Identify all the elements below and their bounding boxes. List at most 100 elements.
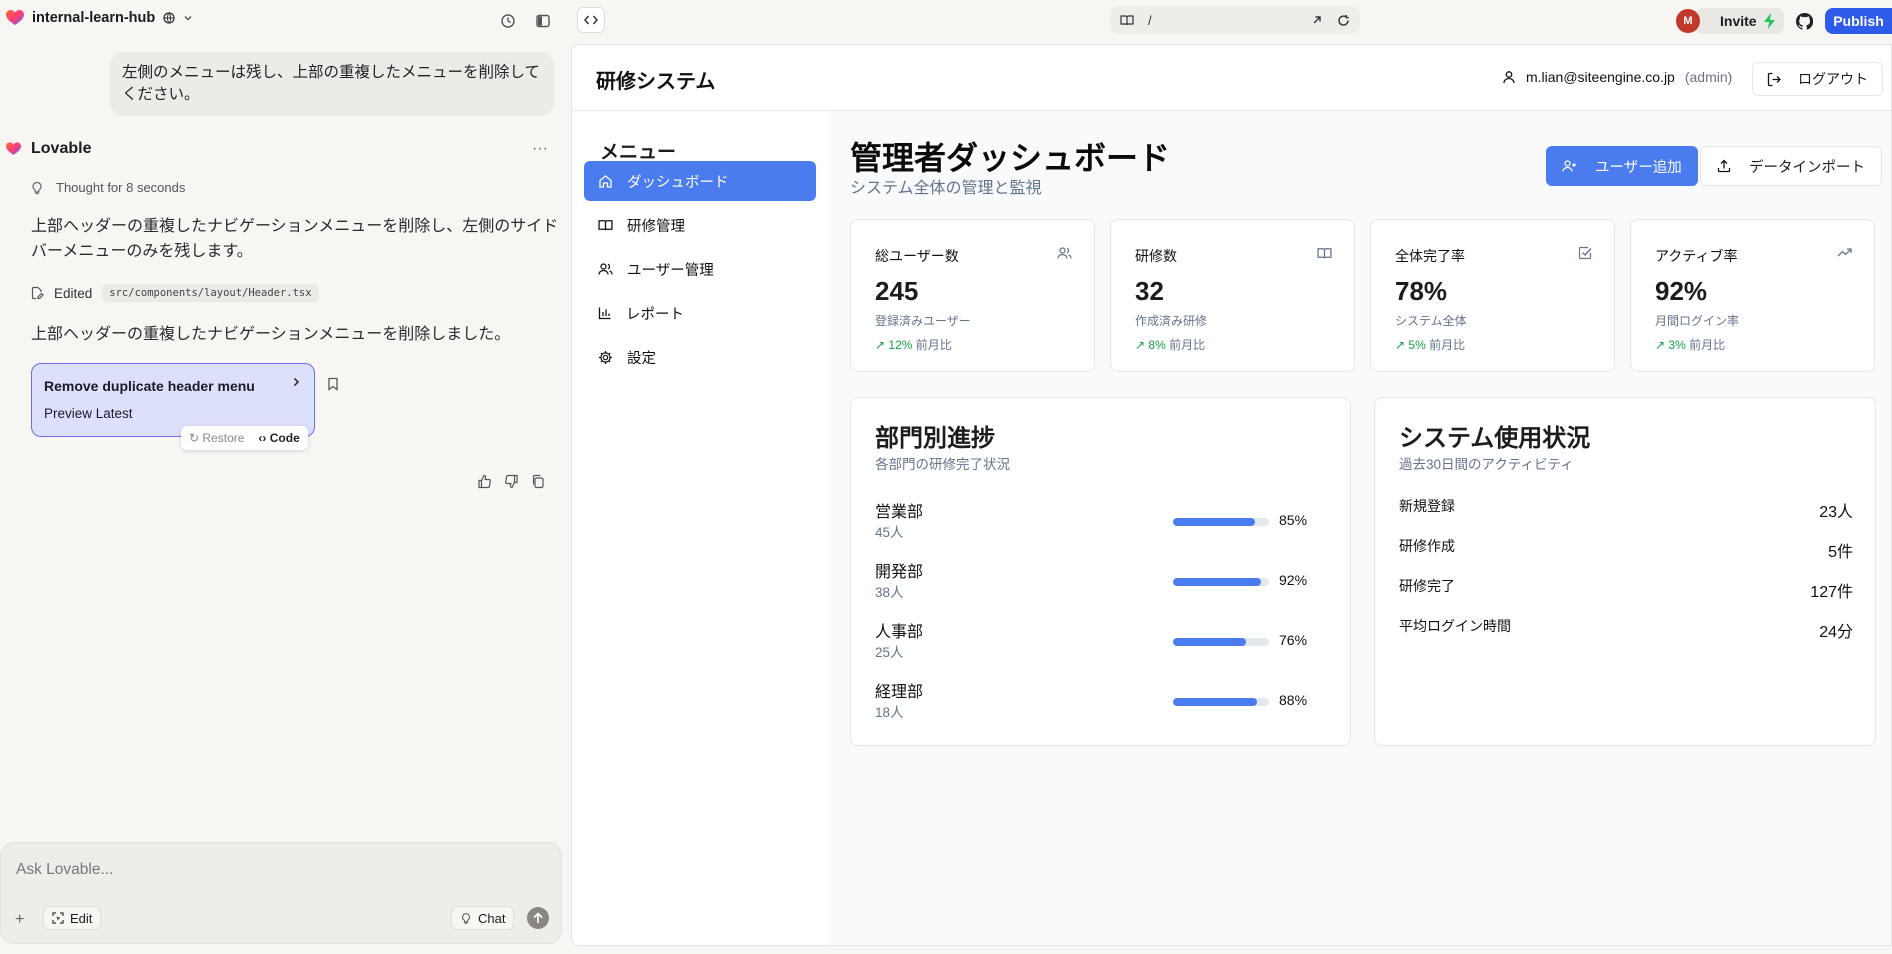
assistant-header: Lovable ···	[6, 140, 556, 158]
sidebar-item-training[interactable]: 研修管理	[584, 205, 816, 245]
refresh-icon[interactable]	[1337, 14, 1350, 27]
avatar[interactable]: M	[1676, 9, 1700, 33]
publish-button[interactable]: Publish	[1825, 8, 1892, 34]
restore-button[interactable]: ↻ Restore	[189, 431, 244, 445]
thought-indicator[interactable]: Thought for 8 seconds	[30, 180, 185, 195]
trending-up-icon	[1837, 246, 1852, 258]
view-code-button[interactable]: ‹› Code	[258, 431, 299, 445]
send-button[interactable]	[527, 907, 549, 929]
stat-label: 研修数	[1135, 248, 1177, 264]
check-square-icon	[1578, 246, 1592, 260]
stat-card-trainings: 研修数 32 作成済み研修 ↗ 8% 前月比	[1110, 219, 1355, 372]
department-count: 38人	[875, 585, 904, 600]
restore-label: Restore	[202, 431, 245, 445]
logout-button[interactable]: ログアウト	[1752, 62, 1883, 96]
assistant-response: 上部ヘッダーの重複したナビゲーションメニューを削除し、左側のサイドバーメニューの…	[31, 218, 559, 260]
sidebar-item-label: レポート	[626, 306, 684, 323]
supabase-button[interactable]	[1756, 8, 1784, 34]
more-options-icon[interactable]: ···	[532, 140, 548, 158]
stat-description: 作成済み研修	[1135, 314, 1208, 328]
usage-row: 研修完了 127件	[1399, 576, 1853, 601]
open-external-icon[interactable]	[1311, 14, 1323, 26]
app-preview: 研修システム m.lian@siteengine.co.jp (admin) ロ…	[571, 44, 1892, 946]
sidebar-item-users[interactable]: ユーザー管理	[584, 249, 816, 289]
department-count: 25人	[875, 645, 904, 660]
book-icon	[598, 218, 613, 232]
bookmark-icon[interactable]	[327, 377, 339, 391]
sidebar-item-dashboard[interactable]: ダッシュボード	[584, 161, 816, 201]
chat-composer: Ask Lovable... + Edit Chat	[0, 842, 562, 944]
sidebar-toggle-icon[interactable]	[532, 10, 554, 32]
department-count: 45人	[875, 525, 904, 540]
sidebar-item-reports[interactable]: レポート	[584, 293, 816, 333]
chat-input[interactable]: Ask Lovable...	[16, 861, 113, 879]
stat-label: 総ユーザー数	[875, 248, 959, 264]
file-edit-icon	[30, 286, 44, 300]
department-percent: 76%	[1279, 632, 1308, 648]
dashboard-main: 管理者ダッシュボード システム全体の管理と監視 ユーザー追加 データインポート …	[828, 111, 1891, 945]
feedback-actions	[477, 474, 545, 489]
usage-label: 研修作成	[1399, 538, 1455, 554]
users-icon	[1057, 246, 1072, 260]
stat-description: システム全体	[1395, 314, 1467, 328]
stat-trend: ↗ 5% 前月比	[1395, 336, 1465, 353]
trend-value: 12%	[888, 338, 913, 352]
lovable-logo-icon	[6, 10, 24, 26]
chat-mode-button[interactable]: Chat	[451, 906, 515, 930]
users-icon	[598, 262, 613, 276]
department-row: 経理部 18人 88%	[875, 678, 1325, 724]
sidebar-item-label: ダッシュボード	[627, 174, 729, 191]
sidebar-item-label: 研修管理	[627, 218, 685, 235]
gear-icon	[598, 350, 613, 365]
lightning-icon	[1763, 13, 1777, 29]
usage-value: 5件	[1828, 544, 1853, 561]
history-icon[interactable]	[497, 10, 519, 32]
page-title: 管理者ダッシュボード	[850, 140, 1171, 176]
code-view-toggle[interactable]	[577, 7, 605, 33]
stat-label: アクティブ率	[1655, 248, 1738, 264]
project-switcher[interactable]: internal-learn-hub	[6, 10, 193, 26]
department-percent: 92%	[1279, 572, 1308, 588]
stat-description: 月間ログイン率	[1655, 314, 1740, 328]
logout-label: ログアウト	[1798, 71, 1868, 87]
github-button[interactable]	[1790, 8, 1818, 34]
edited-label: Edited	[54, 285, 93, 301]
trend-value: 8%	[1148, 338, 1166, 352]
version-card-title: Remove duplicate header menu	[44, 378, 255, 394]
menu-title: メニュー	[600, 142, 677, 163]
usage-label: 平均ログイン時間	[1399, 618, 1511, 634]
trend-up-icon: ↗	[1135, 338, 1149, 352]
github-icon	[1795, 12, 1813, 30]
book-icon	[1317, 246, 1332, 260]
department-name: 経理部	[875, 684, 924, 701]
edit-mode-button[interactable]: Edit	[43, 906, 102, 930]
preview-latest-link[interactable]: Preview Latest	[44, 406, 302, 421]
add-user-button[interactable]: ユーザー追加	[1546, 146, 1698, 186]
panel-subtitle: 各部門の研修完了状況	[875, 457, 1010, 472]
import-label: データインポート	[1749, 159, 1865, 176]
app-header: 研修システム m.lian@siteengine.co.jp (admin) ロ…	[572, 45, 1891, 111]
sidebar-item-settings[interactable]: 設定	[584, 337, 816, 377]
add-attachment-icon[interactable]: +	[15, 911, 24, 929]
user-message: 左側のメニューは残し、上部の重複したメニューを削除してください。	[110, 52, 554, 116]
thumbs-up-icon[interactable]	[477, 474, 492, 489]
import-data-button[interactable]: データインポート	[1700, 146, 1882, 186]
stat-card-active-rate: アクティブ率 92% 月間ログイン率 ↗ 3% 前月比	[1630, 219, 1875, 372]
stat-card-total-users: 総ユーザー数 245 登録済みユーザー ↗ 12% 前月比	[850, 219, 1095, 372]
lightbulb-icon	[30, 181, 44, 195]
edited-file-row: Edited src/components/layout/Header.tsx	[30, 284, 319, 302]
edit-label: Edit	[70, 910, 93, 926]
lightbulb-icon	[460, 912, 472, 925]
progress-fill	[1173, 638, 1246, 646]
progress-bar	[1173, 698, 1269, 706]
trend-up-icon: ↗	[1655, 338, 1669, 352]
preview-url-bar[interactable]: /	[1110, 6, 1360, 34]
system-usage-panel: システム使用状況 過去30日間のアクティビティ 新規登録 23人 研修作成 5件…	[1374, 397, 1876, 746]
edited-file-path[interactable]: src/components/layout/Header.tsx	[102, 284, 319, 302]
department-count: 18人	[875, 705, 904, 720]
sidebar-item-label: 設定	[627, 350, 656, 367]
trend-suffix: 前月比	[915, 338, 952, 352]
copy-icon[interactable]	[531, 474, 545, 489]
thumbs-down-icon[interactable]	[504, 474, 519, 489]
stat-description: 登録済みユーザー	[875, 314, 971, 328]
